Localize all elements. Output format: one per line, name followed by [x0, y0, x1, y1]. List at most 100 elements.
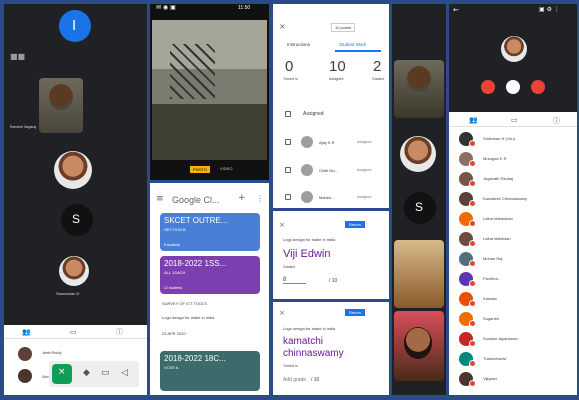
grade-out-of-1: / 10 — [329, 278, 338, 284]
participant-badge — [469, 200, 476, 207]
list-avatar-1 — [18, 347, 32, 361]
stat-assigned-label: Assigned — [329, 77, 344, 81]
participant-badge — [469, 300, 476, 307]
participant-name[interactable]: Mohan Raj — [483, 256, 502, 261]
student-name-3[interactable]: Mahes... — [319, 195, 334, 200]
tab-underline — [335, 50, 381, 52]
add-icon[interactable]: + — [238, 193, 246, 203]
mic-toggle-button[interactable] — [506, 80, 520, 94]
participant-badge — [469, 380, 476, 387]
stat-graded-label: Graded — [372, 77, 384, 81]
participant-name[interactable]: Kamalesh Chinnaswamy — [483, 196, 527, 201]
meet-logo-2: S — [404, 192, 436, 224]
presenter-face — [49, 84, 73, 110]
mode-photo[interactable]: PHOTO — [190, 166, 211, 173]
status-icons: ✉ ◉ ▣ — [156, 4, 176, 11]
participant-name[interactable]: Suganthi — [483, 316, 499, 321]
close-icon[interactable]: × — [279, 309, 285, 317]
participant-name[interactable]: Murugan K R — [483, 156, 507, 161]
student-avatar-3 — [301, 191, 313, 203]
stream-item-2: Logo design for make in india — [162, 315, 215, 320]
camera-status-time: 11:50 — [238, 5, 251, 11]
participant-badge — [469, 260, 476, 267]
mic-icon[interactable]: ◆ — [83, 368, 90, 378]
people-tab-icon[interactable]: 👥 — [469, 116, 478, 124]
participant-badge — [469, 220, 476, 227]
call-header: ← ▣ ⚙ ⋮ — [449, 4, 577, 112]
back-icon[interactable]: ← — [453, 6, 459, 14]
more-icon[interactable]: ■■ — [10, 52, 25, 61]
tab-divider — [449, 126, 577, 127]
participant-badge — [469, 360, 476, 367]
classroom-title: Google Cl... — [172, 195, 220, 205]
student-work-panel: × 10 points Instructions Student Work 0 … — [273, 4, 389, 208]
info-icon[interactable]: ⓘ — [116, 327, 123, 337]
grade-value-1[interactable]: 8 — [283, 277, 307, 284]
student-name-big-2: kamatchi chinnaswamy — [283, 336, 344, 359]
participant-name[interactable]: Jeganath Paulraj — [483, 176, 513, 181]
top-icons[interactable]: ▣ ⚙ ⋮ — [539, 6, 560, 13]
tab-instructions[interactable]: Instructions — [287, 42, 310, 47]
return-button-1[interactable]: Return — [345, 221, 366, 228]
chat-icon[interactable]: ▭ — [70, 328, 77, 336]
row-checkbox-1[interactable] — [285, 139, 291, 145]
class-card-2-sub: ALL 1SACH — [164, 270, 186, 275]
participant-name[interactable]: Kamala — [483, 296, 497, 301]
close-icon[interactable]: × — [279, 22, 286, 31]
menu-icon[interactable]: ≡ — [156, 194, 164, 204]
return-button-2[interactable]: Return — [345, 309, 366, 316]
student-avatar-1 — [301, 136, 313, 148]
student-avatar-2 — [301, 164, 313, 176]
list-avatar-2 — [18, 369, 32, 383]
student-status-3: Assigned — [357, 195, 372, 199]
participant-badge — [469, 180, 476, 187]
class-card-3[interactable]: 2018-2022 18C... VCSE A — [160, 351, 260, 391]
participant-name[interactable]: Latha Maheshan — [483, 216, 513, 221]
close-icon[interactable]: × — [279, 221, 285, 229]
collage-frame: I ■■ Ramesh Nagaraj S Saravanan D 👥 ▭ ⓘ … — [0, 0, 579, 400]
chat-tab-icon[interactable]: ▭ — [511, 116, 518, 124]
grade-panel-2: × Return Logo design for make in india k… — [273, 302, 389, 395]
video-icon[interactable]: ◁ — [121, 368, 128, 378]
student-name-2[interactable]: Chitti Mu... — [319, 168, 338, 173]
avatar-letter: I — [72, 17, 77, 34]
classroom-home-panel: ≡ Google Cl... + ⋮ SKCET OUTRE... SECTIO… — [150, 183, 269, 395]
participant-name[interactable]: Sundari Jayaraman — [483, 336, 518, 341]
points-dropdown[interactable]: 10 points — [331, 23, 356, 32]
student-name-1[interactable]: Ajay K R — [319, 140, 335, 145]
participant-name[interactable]: Thamizhselvi — [483, 356, 506, 361]
student-name-big-1: Viji Edwin — [283, 248, 331, 260]
mode-video[interactable]: VIDEO — [220, 166, 232, 171]
people-icon[interactable]: 👥 — [22, 328, 31, 336]
checkbox[interactable] — [285, 111, 291, 117]
end-call-button[interactable] — [481, 80, 495, 94]
video-face-1 — [407, 66, 431, 92]
participant-badge — [469, 320, 476, 327]
add-grade-input[interactable]: Add grade — [283, 377, 306, 383]
grade-panel-1: × Return Logo design for make in india V… — [273, 211, 389, 299]
class-card-2[interactable]: 2018-2022 1SS... ALL 1SACH 12 students — [160, 256, 260, 294]
video-toggle-button[interactable] — [531, 80, 545, 94]
class-card-2-count: 12 students — [164, 286, 183, 290]
info-tab-icon[interactable]: ⓘ — [553, 116, 560, 126]
video-tile-2 — [394, 240, 444, 308]
grade-state-2: Turned in — [283, 364, 298, 368]
grade-state-1: Graded — [283, 265, 295, 269]
more-vert-icon[interactable]: ⋮ — [256, 194, 264, 203]
participant-badge — [469, 160, 476, 167]
row-checkbox-2[interactable] — [285, 167, 291, 173]
screen-icon[interactable]: ▭ — [101, 368, 110, 378]
class-card-1[interactable]: SKCET OUTRE... SECTION B 5 students — [160, 213, 260, 251]
participant-name[interactable]: Pavithra.. — [483, 276, 500, 281]
row-checkbox-3[interactable] — [285, 194, 291, 200]
participant-name[interactable]: Vijiyasri — [483, 376, 497, 381]
participant-photo-2 — [400, 136, 436, 172]
participant-name[interactable]: Latha Mahesan — [483, 236, 511, 241]
participant-name[interactable]: Sridharan N (You) — [483, 136, 515, 141]
class-card-3-title: 2018-2022 18C... — [164, 354, 226, 363]
participant-2-photo — [59, 256, 89, 286]
green-button[interactable]: × — [52, 364, 72, 384]
assignment-title-2: Logo design for make in india — [283, 326, 336, 331]
tab-student-work[interactable]: Student Work — [339, 42, 366, 47]
stat-turned-in-label: Turned in — [283, 77, 298, 81]
